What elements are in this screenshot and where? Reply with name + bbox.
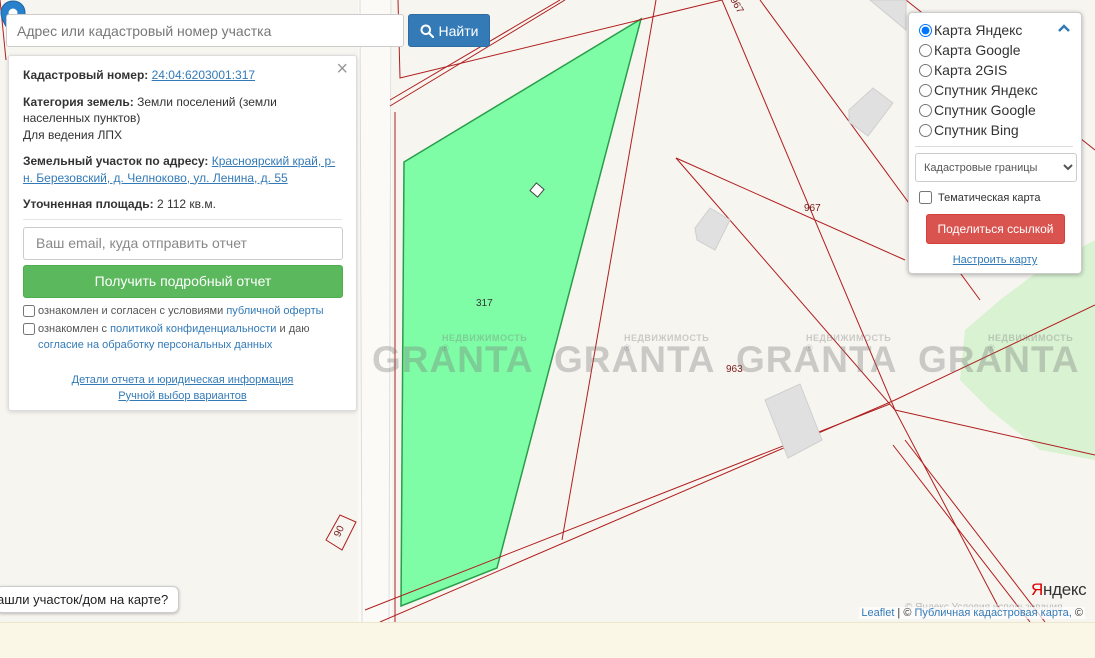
category-row: Категория земель: Земли поселений (земли… xyxy=(23,94,342,144)
divider xyxy=(915,146,1073,147)
close-icon[interactable]: × xyxy=(336,59,348,79)
leaflet-link[interactable]: Leaflet xyxy=(861,607,894,619)
offer-checkbox[interactable] xyxy=(23,304,35,317)
layer-option-google-satellite[interactable]: Спутник Google xyxy=(919,100,1081,120)
search-icon xyxy=(420,24,434,38)
layers-panel: Карта Яндекс Карта Google Карта 2GIS Спу… xyxy=(908,12,1082,274)
road xyxy=(358,0,392,622)
layer-radio[interactable] xyxy=(919,103,932,117)
thematic-map-toggle[interactable]: Тематическая карта xyxy=(919,191,1081,204)
overlay-select[interactable]: Кадастровые границы xyxy=(915,153,1077,182)
parcel-number-967: 967 xyxy=(804,203,821,214)
layer-option-bing-satellite[interactable]: Спутник Bing xyxy=(919,120,1081,140)
search-button[interactable]: Найти xyxy=(408,14,490,47)
buildings xyxy=(694,0,907,459)
parcel-info-panel: × Кадастровый номер: 24:04:6203001:317 К… xyxy=(8,55,357,411)
report-details-link[interactable]: Детали отчета и юридическая информация xyxy=(23,372,342,388)
parcel-317 xyxy=(400,17,643,608)
email-field[interactable] xyxy=(23,226,343,260)
search-button-label: Найти xyxy=(438,22,479,39)
layer-radio[interactable] xyxy=(919,23,932,37)
get-report-button[interactable]: Получить подробный отчет xyxy=(23,264,343,298)
area-row: Уточненная площадь: 2 112 кв.м. xyxy=(23,196,342,213)
parcel-number-963: 963 xyxy=(726,364,743,375)
area-label: Уточненная площадь: xyxy=(23,197,154,211)
manual-selection-link[interactable]: Ручной выбор вариантов xyxy=(23,388,342,404)
land-purpose: Для ведения ЛПХ xyxy=(23,127,122,142)
cadastral-label: Кадастровый номер: xyxy=(23,68,149,82)
privacy-policy-link[interactable]: политикой конфиденциальности xyxy=(110,323,276,335)
cadastral-number-link[interactable]: 24:04:6203001:317 xyxy=(152,68,255,82)
address-label: Земельный участок по адресу: xyxy=(23,154,209,168)
privacy-consent-mid: и даю xyxy=(279,322,310,335)
thematic-checkbox[interactable] xyxy=(919,191,932,204)
cadastral-map-link[interactable]: Публичная кадастровая карта, xyxy=(915,607,1072,619)
layer-option-yandex-satellite[interactable]: Спутник Яндекс xyxy=(919,80,1081,100)
public-offer-link[interactable]: публичной оферты xyxy=(226,305,323,317)
personal-data-link[interactable]: согласие на обработку персональных данны… xyxy=(38,339,272,351)
layer-radio[interactable] xyxy=(919,63,932,77)
layer-radio[interactable] xyxy=(919,43,932,57)
offer-consent-text: ознакомлен и согласен с условиями xyxy=(38,304,224,317)
category-label: Категория земель: xyxy=(23,94,134,109)
privacy-checkbox[interactable] xyxy=(23,322,35,335)
cadastral-row: Кадастровый номер: 24:04:6203001:317 xyxy=(23,67,342,84)
layer-radio[interactable] xyxy=(919,123,932,137)
offer-consent: ознакомлен и согласен с условиями публич… xyxy=(23,303,342,319)
found-parcel-button[interactable]: ашли участок/дом на карте? xyxy=(0,586,180,613)
privacy-consent: ознакомлен с политикой конфиденциальност… xyxy=(23,321,342,353)
layer-option-2gis-map[interactable]: Карта 2GIS xyxy=(919,60,1081,80)
parcel-label: 317 xyxy=(476,298,493,309)
map-attribution: Leaflet | © Публичная кадастровая карта,… xyxy=(859,607,1085,619)
share-link-button[interactable]: Поделиться ссылкой xyxy=(926,214,1065,244)
map-settings-link[interactable]: Настроить карту xyxy=(909,254,1081,266)
address-row: Земельный участок по адресу: Красноярски… xyxy=(23,153,342,186)
yandex-logo: Яндекс xyxy=(1031,580,1087,599)
search-input[interactable] xyxy=(6,14,404,47)
privacy-consent-text: ознакомлен с xyxy=(38,322,108,335)
layer-option-google-map[interactable]: Карта Google xyxy=(919,40,1081,60)
divider xyxy=(23,218,342,220)
chevron-up-icon[interactable] xyxy=(1057,21,1071,35)
bottom-strip xyxy=(0,622,1095,658)
layer-radio[interactable] xyxy=(919,83,932,97)
area-value: 2 112 кв.м. xyxy=(156,197,216,211)
